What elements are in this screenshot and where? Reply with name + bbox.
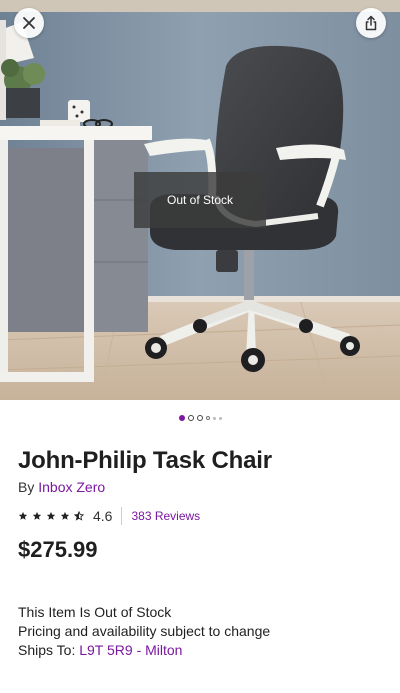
close-button[interactable]: [14, 8, 44, 38]
ships-to-location-link[interactable]: L9T 5R9 - Milton: [79, 642, 182, 658]
carousel-dot-2[interactable]: [187, 415, 194, 421]
carousel-dot-5[interactable]: [212, 416, 216, 420]
share-button[interactable]: [356, 8, 386, 38]
ships-to-label: Ships To:: [18, 642, 80, 658]
product-image-carousel[interactable]: Out of Stock: [0, 0, 400, 400]
product-title: John-Philip Task Chair: [18, 447, 272, 474]
product-price: $275.99: [18, 537, 98, 562]
half-star-icon: [74, 511, 84, 521]
availability-info: This Item Is Out of Stock Pricing and av…: [18, 603, 270, 660]
star-icon: [32, 511, 42, 520]
rating-row[interactable]: 4.6 383 Reviews: [18, 507, 200, 525]
out-of-stock-label: Out of Stock: [166, 193, 234, 207]
close-icon: [23, 17, 35, 29]
carousel-dot-6[interactable]: [218, 416, 222, 420]
star-icon: [60, 511, 70, 520]
brand-link[interactable]: Inbox Zero: [38, 479, 105, 495]
share-icon: [365, 15, 377, 31]
star-icon: [46, 511, 56, 520]
carousel-dot-3[interactable]: [196, 415, 203, 421]
carousel-indicator[interactable]: [0, 413, 400, 423]
ships-to-line: Ships To: L9T 5R9 - Milton: [18, 641, 270, 660]
brand-line: By Inbox Zero: [18, 479, 105, 495]
reviews-link[interactable]: 383 Reviews: [131, 509, 200, 523]
rating-divider: [121, 507, 123, 525]
brand-prefix: By: [18, 479, 39, 495]
pricing-note: Pricing and availability subject to chan…: [18, 623, 271, 639]
rating-value: 4.6: [93, 508, 113, 524]
out-of-stock-overlay: Out of Stock: [134, 172, 266, 228]
star-icon: [18, 511, 28, 520]
carousel-dot-1[interactable]: [178, 415, 185, 421]
stock-status: This Item Is Out of Stock: [18, 604, 172, 620]
carousel-dot-4[interactable]: [205, 416, 210, 420]
star-rating: [18, 511, 84, 521]
